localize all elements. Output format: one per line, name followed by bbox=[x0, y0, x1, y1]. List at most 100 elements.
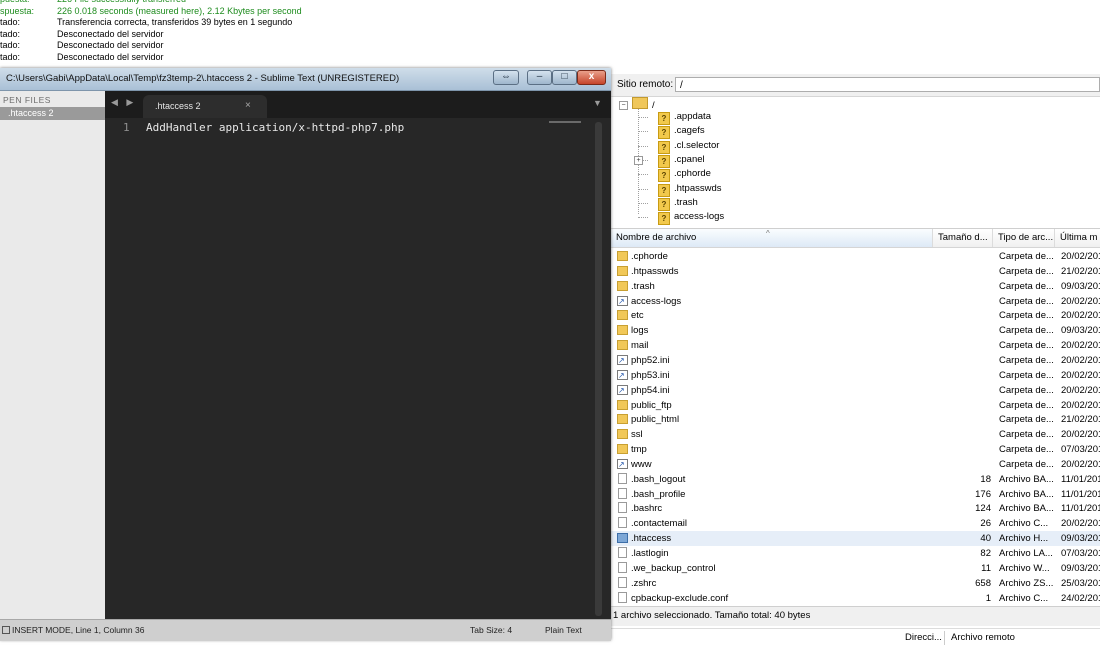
file-name: .bash_logout bbox=[631, 473, 686, 485]
file-row[interactable]: php53.ini Carpeta de... 20/02/201 bbox=[611, 368, 1100, 383]
file-name: php53.ini bbox=[631, 369, 670, 381]
file-icon bbox=[618, 517, 627, 529]
tab-navigation-arrows-icon[interactable]: ◀ ▶ bbox=[111, 97, 136, 108]
maximize-button[interactable]: □ bbox=[552, 70, 577, 85]
file-name-cell: access-logs bbox=[617, 294, 937, 309]
status-tab-size[interactable]: Tab Size: 4 bbox=[470, 625, 512, 635]
tree-collapse-icon[interactable]: − bbox=[619, 101, 628, 110]
file-row[interactable]: www Carpeta de... 20/02/201 bbox=[611, 457, 1100, 472]
file-type-cell: Archivo C... bbox=[999, 518, 1049, 530]
remote-site-bar: Sitio remoto: / bbox=[611, 74, 1100, 97]
remote-site-path-input[interactable]: / bbox=[675, 77, 1100, 92]
file-row[interactable]: logs Carpeta de... 09/03/201 bbox=[611, 323, 1100, 338]
file-row[interactable]: ssl Carpeta de... 20/02/201 bbox=[611, 427, 1100, 442]
file-row[interactable]: tmp Carpeta de... 07/03/201 bbox=[611, 442, 1100, 457]
file-date-cell: 09/03/201 bbox=[1061, 325, 1100, 337]
file-name-cell: .cphorde bbox=[617, 249, 937, 264]
file-row[interactable]: .htaccess 40 Archivo H... 09/03/201 bbox=[611, 531, 1100, 547]
file-row[interactable]: .trash Carpeta de... 09/03/201 bbox=[611, 279, 1100, 294]
file-icon bbox=[618, 547, 627, 558]
editor-tab-bar: ◀ ▶ .htaccess 2 × ▼ bbox=[105, 91, 611, 118]
log-line-label: puesta: bbox=[0, 0, 30, 5]
file-row[interactable]: .zshrc 658 Archivo ZS... 25/03/201 bbox=[611, 576, 1100, 591]
tree-root[interactable]: − / bbox=[619, 97, 655, 111]
close-window-button[interactable]: x bbox=[577, 70, 606, 85]
tree-item[interactable]: ? .trash bbox=[650, 196, 698, 211]
file-row[interactable]: .bash_logout 18 Archivo BA... 11/01/201 bbox=[611, 472, 1100, 487]
editor-vertical-scrollbar[interactable] bbox=[595, 122, 602, 616]
remote-directory-tree: − /? .appdata? .cagefs? .cl.selector + ? .cpane… bbox=[611, 97, 1100, 226]
tree-item[interactable]: ? .htpasswds bbox=[650, 182, 722, 197]
file-row[interactable]: public_html Carpeta de... 21/02/201 bbox=[611, 412, 1100, 427]
file-size-cell: 40 bbox=[980, 533, 991, 545]
queue-column-direction[interactable]: Direcci... bbox=[905, 631, 942, 645]
file-date-cell: 20/02/201 bbox=[1061, 399, 1100, 411]
file-name-cell: php53.ini bbox=[617, 368, 937, 383]
tree-item[interactable]: ? .cpanel bbox=[650, 153, 705, 168]
file-type-cell: Carpeta de... bbox=[999, 444, 1054, 456]
file-date-cell: 20/02/201 bbox=[1061, 295, 1100, 307]
file-name-cell: .lastlogin bbox=[617, 546, 937, 561]
folder-icon bbox=[617, 280, 628, 291]
file-type-cell: Carpeta de... bbox=[999, 325, 1054, 337]
tree-item[interactable]: ? .appdata bbox=[650, 110, 711, 125]
message-log: puesta: 226 File successfully transferred… bbox=[0, 0, 1100, 68]
column-header-type[interactable]: Tipo de arc... bbox=[993, 229, 1055, 247]
column-header-date[interactable]: Última m bbox=[1055, 229, 1100, 247]
column-header-name[interactable]: Nombre de archivo ^ bbox=[611, 229, 933, 247]
file-row[interactable]: public_ftp Carpeta de... 20/02/201 bbox=[611, 398, 1100, 413]
htaccess-file-icon bbox=[617, 533, 628, 544]
panel-toggle-icon[interactable] bbox=[2, 626, 10, 634]
symlink-icon bbox=[617, 294, 628, 309]
file-name: .cphorde bbox=[631, 251, 668, 262]
tree-expand-icon[interactable]: + bbox=[634, 155, 643, 165]
status-syntax[interactable]: Plain Text bbox=[545, 625, 582, 635]
tab-menu-chevron-down-icon[interactable]: ▼ bbox=[593, 98, 602, 108]
file-name-cell: .bash_profile bbox=[617, 487, 937, 502]
tree-item[interactable]: ? .cagefs bbox=[650, 124, 705, 140]
column-header-size[interactable]: Tamaño d... bbox=[933, 229, 993, 247]
file-name: .zshrc bbox=[631, 577, 657, 589]
file-date-cell: 11/01/201 bbox=[1061, 473, 1100, 485]
file-type-cell: Carpeta de... bbox=[999, 265, 1054, 277]
file-name-cell: public_html bbox=[617, 412, 937, 427]
file-row[interactable]: php52.ini Carpeta de... 20/02/201 bbox=[611, 353, 1100, 368]
file-type-cell: Archivo BA... bbox=[999, 503, 1054, 515]
file-row[interactable]: .bash_profile 176 Archivo BA... 11/01/201 bbox=[611, 487, 1100, 502]
switch-window-button[interactable]: ⇔ bbox=[493, 70, 519, 85]
file-row[interactable]: mail Carpeta de... 20/02/201 bbox=[611, 338, 1100, 353]
unknown-folder-icon: ? bbox=[650, 139, 670, 154]
queue-column-remote-file[interactable]: Archivo remoto bbox=[951, 631, 1015, 645]
file-icon bbox=[618, 487, 627, 499]
tree-item[interactable]: ? access-logs bbox=[650, 210, 724, 226]
file-row[interactable]: etc Carpeta de... 20/02/201 bbox=[611, 308, 1100, 323]
file-size-cell: 18 bbox=[980, 473, 991, 485]
tree-item[interactable]: ? .cl.selector bbox=[650, 139, 719, 154]
file-row[interactable]: .contactemail 26 Archivo C... 20/02/201 bbox=[611, 516, 1100, 531]
file-type-cell: Carpeta de... bbox=[999, 369, 1054, 381]
file-row[interactable]: .cphorde Carpeta de... 20/02/201 bbox=[611, 249, 1100, 264]
minimize-button[interactable]: – bbox=[527, 70, 552, 85]
file-row[interactable]: .we_backup_control 11 Archivo W... 09/03/20… bbox=[611, 561, 1100, 576]
folder-icon bbox=[617, 429, 628, 440]
tab-htaccess-2[interactable]: .htaccess 2 × bbox=[143, 95, 267, 118]
minimap[interactable] bbox=[549, 121, 581, 123]
sidebar-open-file[interactable]: .htaccess 2 bbox=[0, 107, 105, 120]
tree-item[interactable]: ? .cphorde bbox=[650, 167, 711, 183]
file-row[interactable]: .htpasswds Carpeta de... 21/02/201 bbox=[611, 264, 1100, 279]
file-date-cell: 07/03/201 bbox=[1061, 444, 1100, 456]
file-name-cell: cpbackup-exclude.conf bbox=[617, 591, 937, 606]
window-title-bar[interactable]: C:\Users\Gabi\AppData\Local\Temp\fz3temp… bbox=[0, 68, 611, 91]
file-row[interactable]: .lastlogin 82 Archivo LA... 07/03/201 bbox=[611, 546, 1100, 561]
folder-icon bbox=[617, 340, 628, 351]
file-date-cell: 20/02/201 bbox=[1061, 251, 1100, 262]
file-row[interactable]: php54.ini Carpeta de... 20/02/201 bbox=[611, 383, 1100, 398]
queue-panel-header: Direcci... Archivo remoto bbox=[611, 628, 1100, 648]
file-type-cell: Archivo ZS... bbox=[999, 577, 1054, 589]
tab-close-icon[interactable]: × bbox=[245, 100, 251, 111]
file-row[interactable]: cpbackup-exclude.conf 1 Archivo C... 24/02/… bbox=[611, 591, 1100, 606]
code-line[interactable]: AddHandler application/x-httpd-php7.php bbox=[146, 121, 404, 134]
file-row[interactable]: access-logs Carpeta de... 20/02/201 bbox=[611, 294, 1100, 309]
code-editor[interactable]: 1 AddHandler application/x-httpd-php7.ph… bbox=[105, 118, 611, 619]
file-row[interactable]: .bashrc 124 Archivo BA... 11/01/201 bbox=[611, 501, 1100, 516]
